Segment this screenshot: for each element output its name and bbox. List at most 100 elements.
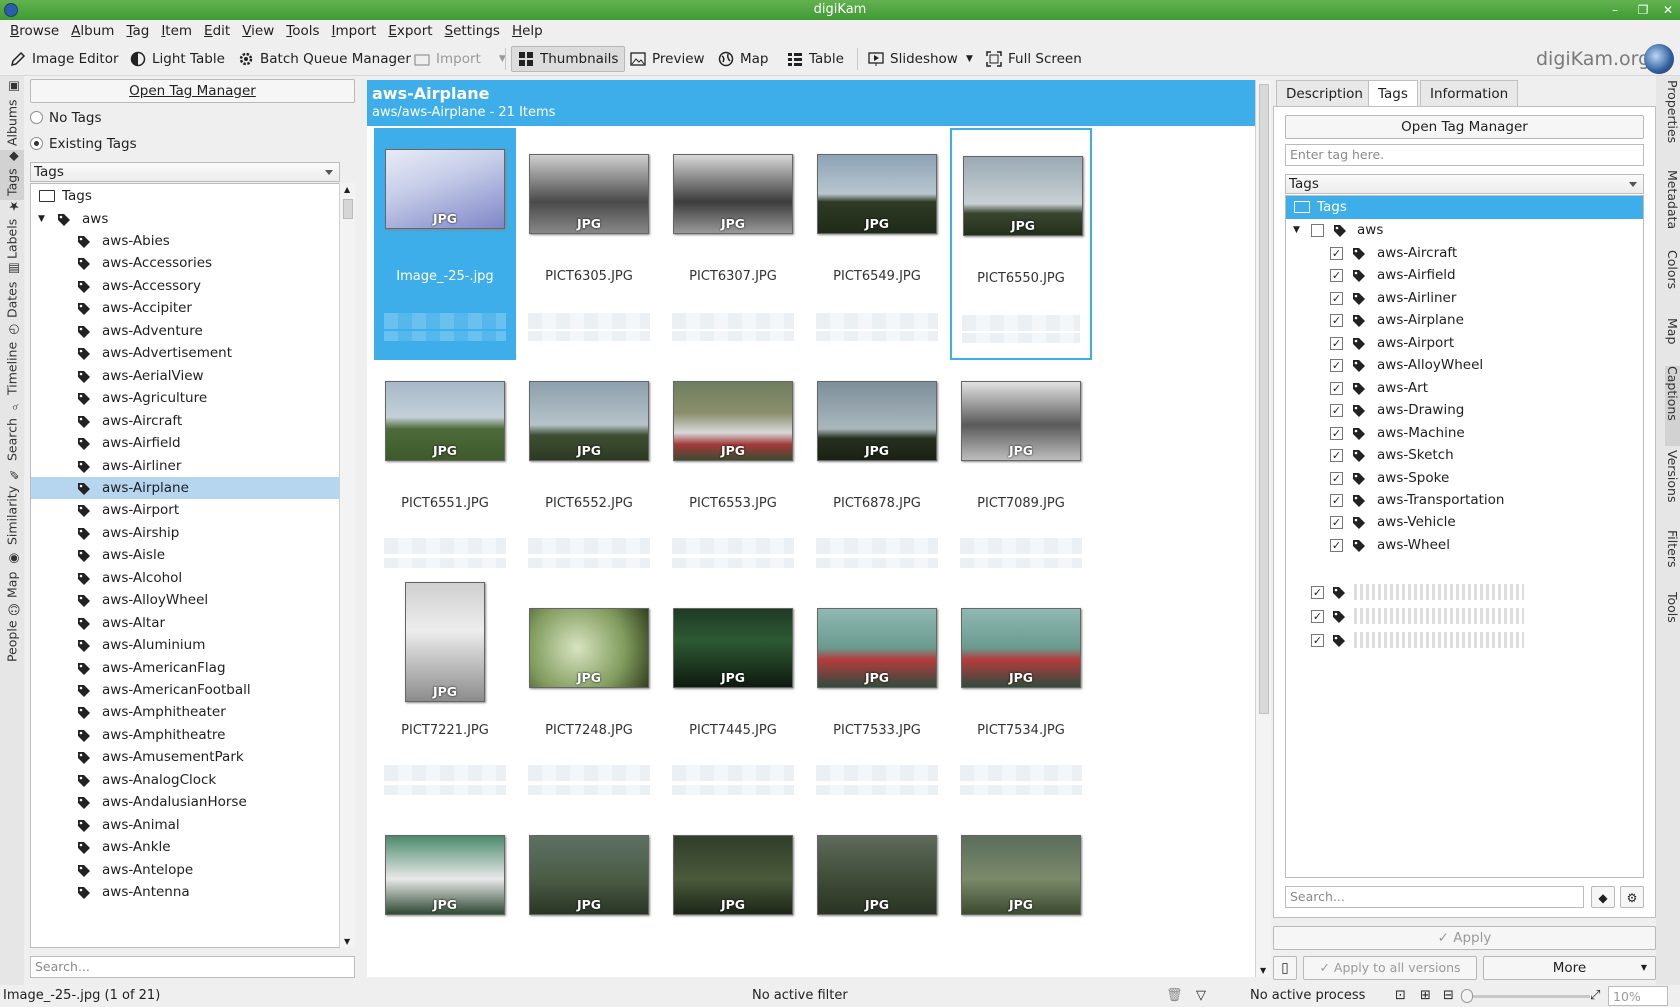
tag-checkbox[interactable]: ✓ bbox=[1330, 247, 1343, 260]
thumbnail-item[interactable]: JPG PICT7221.JPG bbox=[374, 582, 516, 814]
menu-settings[interactable]: Settings bbox=[439, 20, 506, 42]
tag-row[interactable]: aws-Adventure bbox=[31, 320, 354, 343]
tab-filters[interactable]: Filters bbox=[1665, 530, 1680, 588]
tag-row[interactable]: aws-Airliner bbox=[31, 455, 354, 478]
zoom-input[interactable]: 10% bbox=[1608, 986, 1668, 1006]
tag-checkbox[interactable]: ✓ bbox=[1330, 269, 1343, 283]
minimize-button[interactable]: – bbox=[1607, 2, 1623, 18]
redacted-tag-row[interactable]: ✓ bbox=[1286, 605, 1643, 628]
thumbnail-image[interactable]: JPG bbox=[529, 835, 649, 915]
thumbnail-item[interactable]: JPG PICT7533.JPG bbox=[806, 582, 948, 814]
tag-checkbox[interactable]: ✓ bbox=[1330, 336, 1343, 350]
thumbnail-image[interactable]: JPG bbox=[529, 381, 649, 461]
thumbnails-button[interactable]: Thumbnails bbox=[511, 46, 626, 72]
expand-arrow-icon[interactable]: ▼ bbox=[38, 208, 45, 231]
tag-row[interactable]: aws-Advertisement bbox=[31, 342, 354, 365]
tab-information[interactable]: Information bbox=[1420, 80, 1519, 106]
menu-album[interactable]: Album bbox=[65, 20, 120, 42]
tag-row[interactable]: aws-Airship bbox=[31, 522, 354, 545]
thumbnail-image[interactable]: JPG bbox=[817, 381, 937, 461]
assigned-tag-row[interactable]: ✓ aws-Machine bbox=[1286, 422, 1643, 445]
zoom-slider-handle[interactable] bbox=[1461, 989, 1473, 1003]
tag-root-row[interactable]: Tags bbox=[1286, 196, 1643, 219]
tag-checkbox[interactable]: ✓ bbox=[1311, 634, 1324, 648]
tag-row[interactable]: aws-AmusementPark bbox=[31, 746, 354, 769]
expand-arrow-icon[interactable]: ▼ bbox=[1293, 219, 1300, 242]
scroll-up-icon[interactable]: ▲ bbox=[344, 185, 350, 194]
tag-row[interactable]: aws-Antenna bbox=[31, 881, 354, 904]
tag-checkbox[interactable]: ✓ bbox=[1330, 291, 1343, 305]
thumbnail-item[interactable]: JPG PICT6305.JPG bbox=[518, 128, 660, 360]
tag-row[interactable]: aws-Aircraft bbox=[31, 410, 354, 433]
tab-tools[interactable]: Tools bbox=[1665, 592, 1680, 642]
assigned-tag-row[interactable]: ✓ aws-AlloyWheel bbox=[1286, 354, 1643, 377]
tag-checkbox[interactable]: ✓ bbox=[1311, 585, 1324, 599]
tag-row[interactable]: aws-Antelope bbox=[31, 859, 354, 882]
right-search-input[interactable]: Search... bbox=[1285, 886, 1584, 908]
thumbnail-image[interactable]: JPG bbox=[963, 156, 1083, 236]
thumbnail-image[interactable]: JPG bbox=[405, 582, 485, 702]
assigned-tag-row[interactable]: ✓ aws-Airplane bbox=[1286, 309, 1643, 332]
assigned-tag-row[interactable]: ✓ aws-Drawing bbox=[1286, 399, 1643, 422]
no-tags-radio[interactable]: No Tags bbox=[30, 110, 102, 128]
thumbnail-image[interactable]: JPG bbox=[817, 608, 937, 688]
tab-dates[interactable]: Dates ▤ bbox=[0, 262, 24, 322]
tag-row[interactable]: aws-Ankle bbox=[31, 836, 354, 859]
right-open-tag-manager-button[interactable]: Open Tag Manager bbox=[1285, 115, 1644, 139]
thumbnail-image[interactable]: JPG bbox=[673, 608, 793, 688]
thumbnail-item[interactable]: JPG bbox=[374, 809, 516, 977]
assigned-tag-row[interactable]: ✓ aws-Airliner bbox=[1286, 287, 1643, 310]
existing-tags-radio[interactable]: Existing Tags bbox=[30, 136, 137, 154]
menu-tools[interactable]: Tools bbox=[280, 20, 325, 42]
thumbnail-image[interactable]: JPG bbox=[529, 608, 649, 688]
thumbnail-item[interactable]: JPG bbox=[950, 809, 1092, 977]
tag-row[interactable]: aws-Accipiter bbox=[31, 297, 354, 320]
apply-button[interactable]: ✓ Apply bbox=[1273, 926, 1656, 950]
thumbnail-image[interactable]: JPG bbox=[385, 835, 505, 915]
tab-tags[interactable]: Tags ◆ bbox=[0, 150, 24, 200]
scroll-down-icon[interactable]: ▼ bbox=[344, 937, 350, 946]
scroll-thumb[interactable] bbox=[343, 199, 353, 219]
tab-versions[interactable]: Versions bbox=[1665, 450, 1680, 526]
tag-row[interactable]: aws-Amphitheater bbox=[31, 701, 354, 724]
fit-icon[interactable]: ⊡ bbox=[1395, 985, 1406, 1007]
zoom-slider[interactable] bbox=[1461, 989, 1590, 1003]
light-table-button[interactable]: Light Table bbox=[124, 46, 231, 72]
tab-metadata[interactable]: Metadata bbox=[1665, 170, 1680, 246]
thumbnail-image[interactable]: JPG bbox=[673, 381, 793, 461]
right-tag-view-combo[interactable]: Tags bbox=[1285, 174, 1644, 194]
tag-row[interactable]: aws-AlloyWheel bbox=[31, 589, 354, 612]
thumbnail-image[interactable]: JPG bbox=[961, 835, 1081, 915]
slideshow-menu-chevron-icon[interactable]: ▼ bbox=[964, 46, 975, 72]
thumbnail-image[interactable]: JPG bbox=[385, 149, 505, 229]
thumbnail-item[interactable]: JPG PICT6553.JPG bbox=[662, 355, 804, 587]
thumbnail-image[interactable]: JPG bbox=[529, 154, 649, 234]
tab-labels[interactable]: Labels ★ bbox=[0, 199, 24, 262]
tag-checkbox[interactable]: ✓ bbox=[1330, 493, 1343, 507]
redacted-tag-row[interactable]: ✓ bbox=[1286, 581, 1643, 604]
thumbnail-image[interactable]: JPG bbox=[673, 835, 793, 915]
tag-row[interactable]: aws-Aisle bbox=[31, 544, 354, 567]
slideshow-button[interactable]: Slideshow bbox=[862, 46, 964, 72]
thumbnail-image[interactable]: JPG bbox=[817, 835, 937, 915]
tab-tags-right[interactable]: Tags bbox=[1368, 80, 1418, 106]
tab-colors[interactable]: Colors bbox=[1665, 250, 1680, 314]
thumbnail-item[interactable]: JPG PICT7248.JPG bbox=[518, 582, 660, 814]
zoom-in-icon[interactable]: ⤢ bbox=[1590, 985, 1600, 1007]
assigned-tag-row[interactable]: ✓ aws-Vehicle bbox=[1286, 511, 1643, 534]
thumbnail-item[interactable]: JPG bbox=[662, 809, 804, 977]
menu-edit[interactable]: Edit bbox=[198, 20, 236, 42]
radio-indicator[interactable] bbox=[30, 137, 43, 150]
tag-settings-button[interactable]: ⚙ bbox=[1620, 886, 1644, 908]
thumbnail-item[interactable]: JPG PICT6551.JPG bbox=[374, 355, 516, 587]
group-checkbox[interactable] bbox=[1311, 224, 1324, 237]
tab-map-right[interactable]: Map bbox=[1665, 318, 1680, 362]
thumbnail-item[interactable]: JPG PICT6552.JPG bbox=[518, 355, 660, 587]
tab-albums[interactable]: Albums ▣ bbox=[0, 80, 24, 150]
tag-checkbox[interactable]: ✓ bbox=[1330, 381, 1343, 395]
tag-group-row[interactable]: ▼ aws bbox=[1286, 219, 1643, 242]
tag-row[interactable]: aws-Airfield bbox=[31, 432, 354, 455]
filter-icon[interactable]: ▽ bbox=[1196, 985, 1206, 1007]
tab-properties[interactable]: Properties bbox=[1665, 80, 1680, 166]
tag-row[interactable]: aws-Altar bbox=[31, 612, 354, 635]
